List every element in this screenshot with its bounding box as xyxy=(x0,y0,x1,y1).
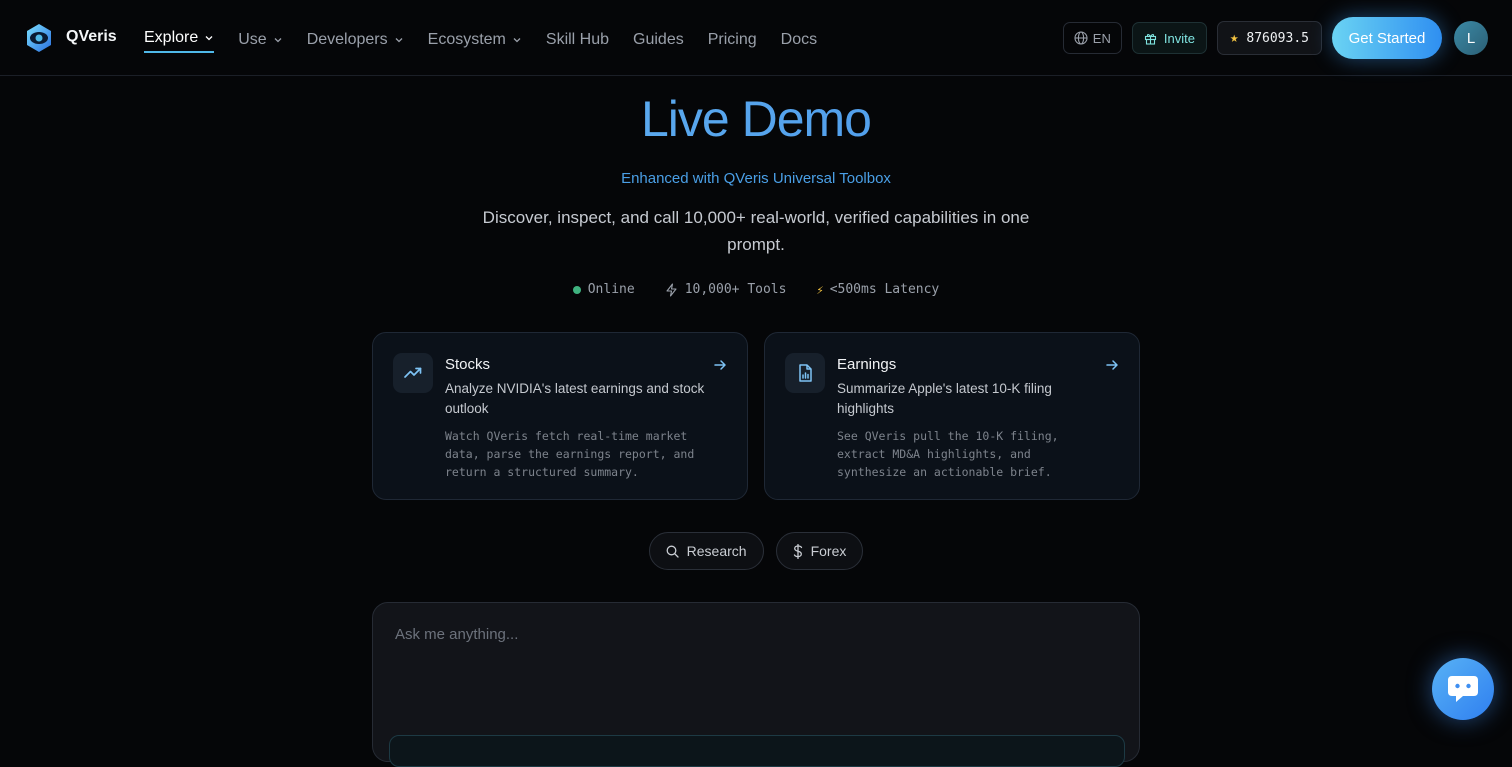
search-icon xyxy=(666,545,679,558)
language-switcher[interactable]: EN xyxy=(1062,22,1122,54)
card-prompt: Summarize Apple's latest 10-K filing hig… xyxy=(837,381,1052,416)
demo-card-stocks[interactable]: Stocks Analyze NVIDIA's latest earnings … xyxy=(372,332,748,500)
nav-docs-label: Docs xyxy=(780,31,818,48)
stat-latency-label: <500ms Latency xyxy=(829,282,940,297)
card-description: Watch QVeris fetch real-time market data… xyxy=(445,429,695,479)
invite-label: Invite xyxy=(1163,30,1195,46)
hero-subtitle: Enhanced with QVeris Universal Toolbox xyxy=(621,170,891,187)
arrow-right-icon xyxy=(1106,360,1118,370)
online-status-dot-icon xyxy=(572,285,581,294)
nav-skill-hub[interactable]: Skill Hub xyxy=(546,29,609,51)
status-stats: Online 10,000+ Tools ⚡ <500ms Latency xyxy=(0,282,1512,297)
prompt-input[interactable] xyxy=(393,625,1097,644)
chevron-down-icon xyxy=(205,36,213,41)
card-description: See QVeris pull the 10-K filing, extract… xyxy=(837,429,1059,479)
qveris-logo-icon[interactable] xyxy=(24,23,54,53)
card-title: Earnings xyxy=(837,356,897,373)
stat-online-label: Online xyxy=(587,282,635,297)
page-title: Live Demo xyxy=(0,90,1512,148)
main-nav: Explore Use Developers Ecosystem Skill H… xyxy=(144,27,841,53)
nav-guides-label: Guides xyxy=(633,31,684,48)
chip-research[interactable]: Research xyxy=(648,532,764,570)
credits-balance[interactable]: ★ 876093.5 xyxy=(1216,21,1322,55)
lightning-icon xyxy=(666,282,677,297)
user-avatar[interactable]: L xyxy=(1454,21,1488,55)
nav-explore-label: Explore xyxy=(144,29,199,46)
nav-docs[interactable]: Docs xyxy=(781,29,817,51)
demo-card-earnings[interactable]: Earnings Summarize Apple's latest 10-K f… xyxy=(764,332,1140,500)
card-title: Stocks xyxy=(445,356,491,373)
chat-icon xyxy=(1448,676,1478,702)
nav-developers-label: Developers xyxy=(306,31,388,48)
stat-tools: 10,000+ Tools xyxy=(665,282,787,297)
star-icon: ★ xyxy=(1229,30,1239,46)
top-navigation-bar: QVeris Explore Use Developers Ecosystem … xyxy=(0,0,1512,76)
category-chips: Research Forex xyxy=(0,532,1512,570)
stat-tools-label: 10,000+ Tools xyxy=(684,282,787,297)
gift-icon xyxy=(1144,33,1156,45)
header-actions: EN Invite ★ 876093.5 Get Started L xyxy=(1062,17,1488,59)
bolt-icon: ⚡ xyxy=(816,282,824,297)
credits-value: 876093.5 xyxy=(1246,30,1309,46)
prompt-box xyxy=(372,602,1140,767)
dollar-icon xyxy=(793,543,802,559)
invite-button[interactable]: Invite xyxy=(1131,22,1207,54)
nav-use-label: Use xyxy=(238,31,267,48)
chevron-down-icon xyxy=(513,38,521,43)
chevron-down-icon xyxy=(274,38,282,43)
language-label: EN xyxy=(1092,30,1111,46)
nav-skill-hub-label: Skill Hub xyxy=(545,31,610,48)
globe-icon xyxy=(1074,31,1088,45)
trending-up-icon xyxy=(393,353,433,393)
nav-developers[interactable]: Developers xyxy=(307,29,404,51)
chip-research-label: Research xyxy=(686,543,747,559)
nav-ecosystem-label: Ecosystem xyxy=(427,31,506,48)
stat-latency: ⚡ <500ms Latency xyxy=(816,282,939,297)
brand-name[interactable]: QVeris xyxy=(66,28,117,46)
chip-forex-label: Forex xyxy=(810,543,847,559)
card-prompt: Analyze NVIDIA's latest earnings and sto… xyxy=(445,381,705,416)
nav-ecosystem[interactable]: Ecosystem xyxy=(428,29,522,51)
prompt-toolbar xyxy=(389,735,1125,767)
document-chart-icon xyxy=(785,353,825,393)
chat-support-button[interactable] xyxy=(1432,658,1494,720)
nav-explore[interactable]: Explore xyxy=(144,27,215,53)
nav-guides[interactable]: Guides xyxy=(633,29,684,51)
nav-use[interactable]: Use xyxy=(238,29,282,51)
hero-description: Discover, inspect, and call 10,000+ real… xyxy=(482,208,1030,254)
get-started-button[interactable]: Get Started xyxy=(1332,17,1442,59)
nav-pricing-label: Pricing xyxy=(707,31,757,48)
arrow-right-icon xyxy=(714,360,726,370)
chevron-down-icon xyxy=(395,38,403,43)
chip-forex[interactable]: Forex xyxy=(775,532,864,570)
nav-pricing[interactable]: Pricing xyxy=(708,29,757,51)
stat-online: Online xyxy=(572,282,635,297)
